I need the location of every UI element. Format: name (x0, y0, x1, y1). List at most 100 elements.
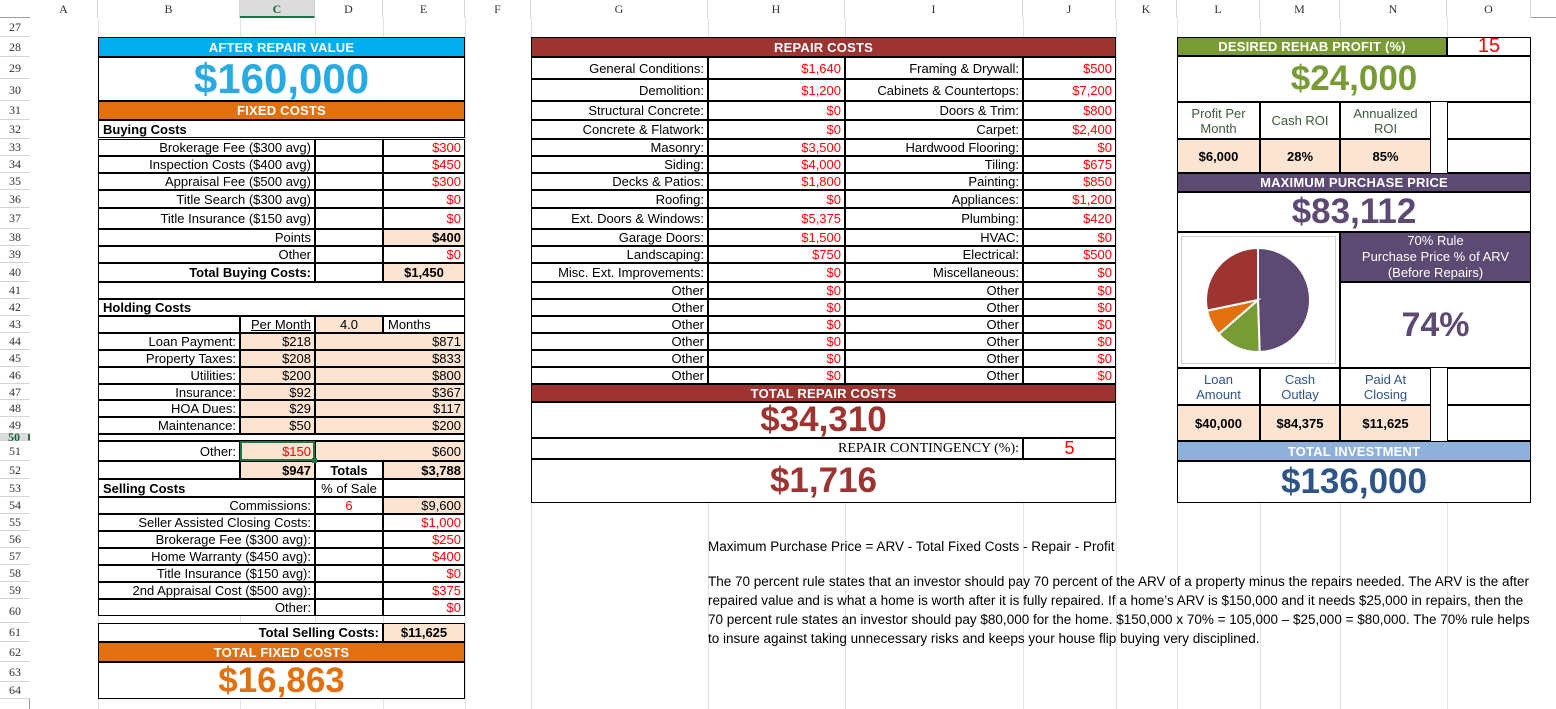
holding-cost-per-month-0[interactable]: $218 (240, 333, 315, 350)
column-header-m[interactable]: M (1260, 0, 1340, 18)
repair-right-value-5[interactable]: $675 (1023, 156, 1116, 173)
repair-left-value-13[interactable]: $0 (708, 299, 845, 316)
repair-left-value-17[interactable]: $0 (708, 367, 845, 384)
desired-rehab-profit-input[interactable]: 15 (1447, 37, 1531, 56)
column-header-j[interactable]: J (1023, 0, 1116, 18)
column-header-d[interactable]: D (315, 0, 383, 18)
selling-cost-value-1[interactable]: $1,000 (383, 514, 465, 531)
row-header-47[interactable]: 47 (0, 384, 30, 400)
selling-cost-value-6[interactable]: $0 (383, 599, 465, 616)
column-header-n[interactable]: N (1340, 0, 1447, 18)
column-header-k[interactable]: K (1116, 0, 1177, 18)
selling-cost-pct-3[interactable] (315, 548, 383, 565)
column-header-e[interactable]: E (383, 0, 465, 18)
spreadsheet-canvas[interactable]: ABCDEFGHIJKLMNO 27 28 29 30 31 32 33 34 35 36 37 38… (0, 0, 1556, 709)
row-header-52[interactable]: 52 (0, 461, 30, 479)
repair-right-value-10[interactable]: $500 (1023, 246, 1116, 263)
selling-cost-value-3[interactable]: $400 (383, 548, 465, 565)
repair-left-value-9[interactable]: $1,500 (708, 229, 845, 246)
repair-left-value-8[interactable]: $5,375 (708, 208, 845, 229)
row-header-27[interactable]: 27 (0, 18, 30, 37)
repair-left-value-0[interactable]: $1,640 (708, 57, 845, 79)
repair-right-value-7[interactable]: $1,200 (1023, 190, 1116, 208)
column-header-row[interactable]: ABCDEFGHIJKLMNO (0, 0, 1556, 18)
row-header-54[interactable]: 54 (0, 497, 30, 514)
repair-left-value-6[interactable]: $1,800 (708, 173, 845, 190)
row-header-64[interactable]: 64 (0, 682, 30, 699)
row-header-55[interactable]: 55 (0, 514, 30, 531)
row-header-41[interactable]: 41 (0, 282, 30, 299)
row-header-51[interactable]: 51 (0, 441, 30, 461)
row-header-32[interactable]: 32 (0, 120, 30, 139)
selling-cost-pct-0[interactable]: 6 (315, 497, 383, 514)
column-header-g[interactable]: G (531, 0, 708, 18)
column-header-l[interactable]: L (1177, 0, 1260, 18)
row-header-42[interactable]: 42 (0, 299, 30, 316)
column-header-f[interactable]: F (465, 0, 531, 18)
repair-right-value-6[interactable]: $850 (1023, 173, 1116, 190)
column-header-c[interactable]: C (240, 0, 315, 18)
buying-cost-value-2[interactable]: $300 (383, 173, 465, 190)
row-header-44[interactable]: 44 (0, 333, 30, 350)
selling-cost-value-4[interactable]: $0 (383, 565, 465, 582)
row-header-45[interactable]: 45 (0, 350, 30, 367)
row-header-column[interactable]: 27 28 29 30 31 32 33 34 35 36 37 38 39 40 41 42 43 44 45 46… (0, 18, 30, 709)
repair-right-value-9[interactable]: $0 (1023, 229, 1116, 246)
repair-right-value-3[interactable]: $2,400 (1023, 120, 1116, 139)
holding-cost-per-month-5[interactable]: $50 (240, 417, 315, 434)
repair-left-value-5[interactable]: $4,000 (708, 156, 845, 173)
repair-left-value-12[interactable]: $0 (708, 282, 845, 299)
repair-right-value-11[interactable]: $0 (1023, 263, 1116, 282)
row-header-48[interactable]: 48 (0, 400, 30, 417)
column-header-a[interactable]: A (30, 0, 98, 18)
repair-left-value-7[interactable]: $0 (708, 190, 845, 208)
holding-cost-per-month-3[interactable]: $92 (240, 384, 315, 400)
pie-chart-frame[interactable] (1181, 236, 1336, 364)
repair-left-value-10[interactable]: $750 (708, 246, 845, 263)
repair-left-value-2[interactable]: $0 (708, 101, 845, 120)
holding-cost-per-month-6[interactable]: $150 (240, 441, 315, 461)
selling-cost-pct-2[interactable] (315, 531, 383, 548)
selling-cost-pct-1[interactable] (315, 514, 383, 531)
selling-cost-value-5[interactable]: $375 (383, 582, 465, 599)
selling-cost-pct-5[interactable] (315, 582, 383, 599)
row-header-63[interactable]: 63 (0, 662, 30, 682)
repair-contingency-input[interactable]: 5 (1023, 438, 1116, 459)
repair-right-value-15[interactable]: $0 (1023, 333, 1116, 350)
row-header-38[interactable]: 38 (0, 229, 30, 246)
repair-left-value-1[interactable]: $1,200 (708, 79, 845, 101)
row-header-43[interactable]: 43 (0, 316, 30, 333)
buying-cost-value-5[interactable]: $400 (383, 229, 465, 246)
row-header-31[interactable]: 31 (0, 101, 30, 120)
repair-right-value-13[interactable]: $0 (1023, 299, 1116, 316)
row-header-39[interactable]: 39 (0, 246, 30, 263)
column-header-h[interactable]: H (708, 0, 845, 18)
repair-left-value-15[interactable]: $0 (708, 333, 845, 350)
repair-right-value-8[interactable]: $420 (1023, 208, 1116, 229)
row-header-62[interactable]: 62 (0, 642, 30, 662)
row-header-56[interactable]: 56 (0, 531, 30, 548)
row-header-46[interactable]: 46 (0, 367, 30, 384)
row-header-29[interactable]: 29 (0, 57, 30, 79)
holding-cost-per-month-4[interactable]: $29 (240, 400, 315, 417)
selling-cost-value-0[interactable]: $9,600 (383, 497, 465, 514)
repair-right-value-14[interactable]: $0 (1023, 316, 1116, 333)
row-header-35[interactable]: 35 (0, 173, 30, 190)
buying-cost-value-1[interactable]: $450 (383, 156, 465, 173)
holding-months-input[interactable]: 4.0 (315, 316, 383, 333)
row-header-59[interactable]: 59 (0, 582, 30, 599)
row-header-40[interactable]: 40 (0, 263, 30, 282)
repair-left-value-4[interactable]: $3,500 (708, 139, 845, 156)
row-header-57[interactable]: 57 (0, 548, 30, 565)
row-header-28[interactable]: 28 (0, 37, 30, 57)
column-header-i[interactable]: I (845, 0, 1023, 18)
column-header-b[interactable]: B (98, 0, 240, 18)
repair-right-value-17[interactable]: $0 (1023, 367, 1116, 384)
holding-cost-per-month-2[interactable]: $200 (240, 367, 315, 384)
row-header-60[interactable]: 60 (0, 599, 30, 623)
row-header-58[interactable]: 58 (0, 565, 30, 582)
row-header-30[interactable]: 30 (0, 79, 30, 101)
row-header-61[interactable]: 61 (0, 623, 30, 642)
row-header-37[interactable]: 37 (0, 208, 30, 229)
repair-right-value-4[interactable]: $0 (1023, 139, 1116, 156)
